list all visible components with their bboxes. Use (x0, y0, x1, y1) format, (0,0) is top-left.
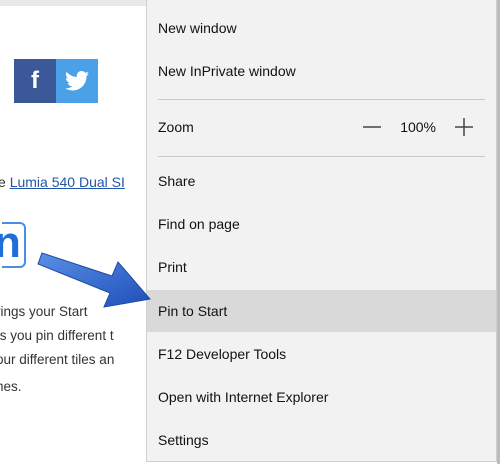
device-link-line: e Lumia 540 Dual SI (0, 174, 125, 190)
menu-item-label: Print (158, 259, 187, 275)
twitter-share-button[interactable] (56, 59, 98, 103)
menu-separator (158, 99, 485, 100)
menu-separator (158, 156, 485, 157)
menu-item-new-inprivate-window[interactable]: New InPrivate window (147, 51, 496, 91)
facebook-share-button[interactable]: f (14, 59, 56, 103)
menu-item-label: New InPrivate window (158, 63, 296, 79)
menu-item-zoom: Zoom 100% (147, 107, 496, 147)
social-share-buttons: f (14, 59, 98, 103)
menu-item-share[interactable]: Share (147, 161, 496, 201)
paragraph-line: ts you pin different t (0, 328, 114, 343)
zoom-out-button[interactable] (362, 117, 382, 137)
device-link-prefix: e (0, 174, 6, 190)
menu-item-pin-to-start[interactable]: Pin to Start (147, 290, 496, 332)
menu-item-settings[interactable]: Settings (147, 420, 496, 460)
menu-item-f12-developer-tools[interactable]: F12 Developer Tools (147, 334, 496, 374)
paragraph-line: our different tiles an (0, 352, 115, 367)
zoom-in-button[interactable] (454, 117, 474, 137)
background-webpage: f e Lumia 540 Dual SI n rings your Start… (0, 6, 146, 464)
plus-icon (455, 118, 473, 136)
menu-item-label: Find on page (158, 216, 240, 232)
lumia-device-link[interactable]: Lumia 540 Dual SI (10, 174, 125, 190)
menu-item-print[interactable]: Print (147, 247, 496, 287)
menu-item-open-with-internet-explorer[interactable]: Open with Internet Explorer (147, 377, 496, 417)
paragraph-line: hes. (0, 379, 22, 394)
twitter-icon (65, 71, 89, 91)
menu-item-new-window[interactable]: New window (147, 8, 496, 48)
browser-more-actions-menu: New window New InPrivate window Zoom 100… (146, 0, 497, 462)
facebook-icon: f (31, 67, 39, 94)
menu-item-label: Share (158, 173, 196, 189)
menu-item-label: New window (158, 20, 237, 36)
menu-item-find-on-page[interactable]: Find on page (147, 204, 496, 244)
zoom-label: Zoom (158, 119, 194, 135)
menu-item-label: Open with Internet Explorer (158, 389, 329, 405)
zoom-level-value: 100% (400, 119, 436, 135)
paragraph-line: rings your Start (0, 304, 88, 319)
zoom-controls: 100% (362, 117, 474, 137)
minus-icon (363, 126, 382, 128)
menu-item-label: Settings (158, 432, 209, 448)
menu-item-label: Pin to Start (158, 303, 228, 319)
heading-highlight-box (2, 222, 26, 268)
menu-item-label: F12 Developer Tools (158, 346, 287, 362)
